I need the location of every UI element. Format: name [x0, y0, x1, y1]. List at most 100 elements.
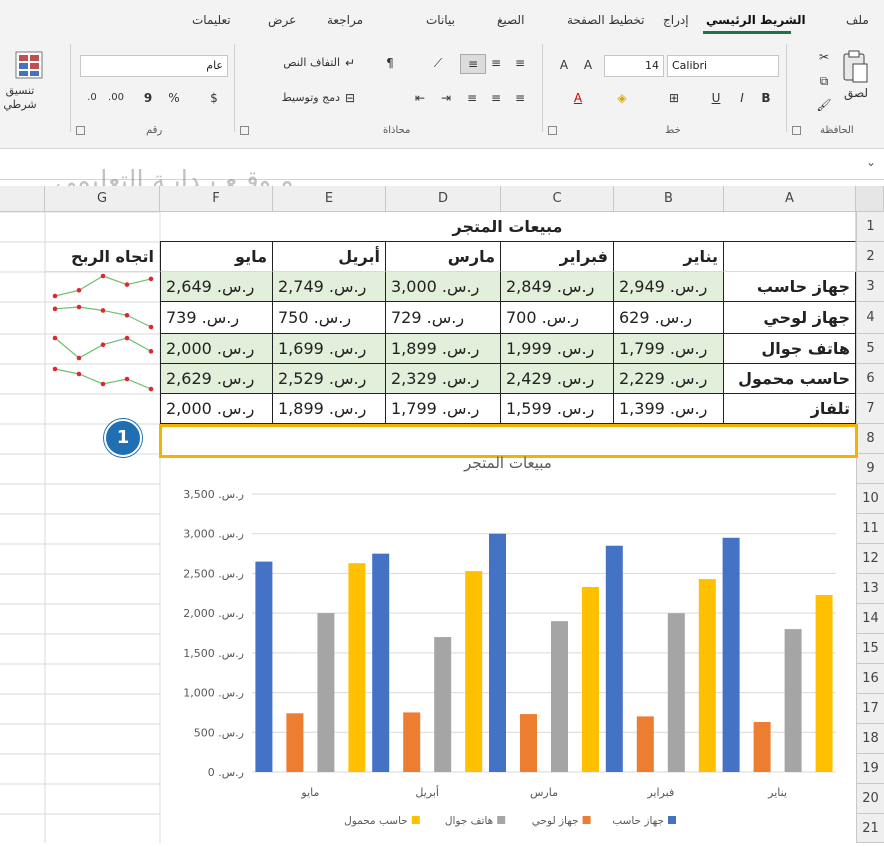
product-name-cell[interactable]: تلفاز — [724, 394, 856, 424]
month-header-jan[interactable]: يناير — [614, 242, 724, 272]
row-header-6[interactable]: 6 — [856, 364, 884, 394]
font-size-select[interactable]: 14 — [604, 55, 664, 77]
row-header-13[interactable]: 13 — [856, 574, 884, 604]
wrap-text-label[interactable]: التفاف النص — [262, 54, 340, 72]
wrap-text-icon[interactable]: ↵ — [340, 54, 360, 72]
sales-value-cell[interactable]: ر.س. 750 — [273, 302, 386, 334]
product-name-cell[interactable]: جهاز حاسب — [724, 272, 856, 302]
conditional-formatting-icon[interactable] — [14, 50, 44, 80]
trend-header[interactable]: اتجاه الربح — [45, 242, 160, 272]
decrease-decimal-icon[interactable]: .0 — [80, 89, 104, 107]
sales-value-cell[interactable]: ر.س. 2,000 — [160, 334, 273, 364]
sales-value-cell[interactable]: ر.س. 739 — [160, 302, 273, 334]
row-header-1[interactable]: 1 — [856, 212, 884, 242]
column-header-g[interactable]: G — [45, 186, 160, 212]
tab-formulas[interactable]: الصيغ — [497, 13, 524, 27]
sales-value-cell[interactable]: ر.س. 629 — [614, 302, 724, 334]
orientation-icon[interactable]: ⟋ — [424, 54, 452, 72]
tab-view[interactable]: عرض — [268, 13, 296, 27]
row-header-8[interactable]: 8 — [856, 424, 884, 454]
chart-area[interactable]: مبيعات المتجر ر.س. 0 ر.س. 500 ر.س. 1,000 ر.س… — [160, 424, 856, 843]
month-header-may[interactable]: مايو — [160, 242, 273, 272]
tab-insert[interactable]: إدراج — [663, 13, 689, 27]
row-header-5[interactable]: 5 — [856, 334, 884, 364]
sales-value-cell[interactable]: ر.س. 1,699 — [273, 334, 386, 364]
sales-value-cell[interactable]: ر.س. 1,999 — [501, 334, 614, 364]
align-center-icon[interactable]: ≡ — [484, 89, 508, 107]
align-middle-icon[interactable]: ≡ — [484, 54, 508, 72]
font-launcher-icon[interactable] — [548, 126, 557, 135]
row-header-14[interactable]: 14 — [856, 604, 884, 634]
sales-value-cell[interactable]: ر.س. 2,329 — [386, 364, 501, 394]
column-header-d[interactable]: D — [386, 186, 501, 212]
font-name-select[interactable]: Calibri — [667, 55, 779, 77]
decrease-font-icon[interactable]: A — [554, 56, 574, 74]
merge-center-icon[interactable]: ⊟ — [340, 89, 360, 107]
column-header-f[interactable]: F — [160, 186, 273, 212]
row-header-7[interactable]: 7 — [856, 394, 884, 424]
tab-help[interactable]: تعليمات — [192, 13, 231, 27]
alignment-launcher-icon[interactable] — [240, 126, 249, 135]
underline-button[interactable]: U — [708, 89, 724, 107]
row-header-11[interactable]: 11 — [856, 514, 884, 544]
row-header-3[interactable]: 3 — [856, 272, 884, 302]
currency-button[interactable]: $ — [204, 89, 224, 107]
sales-value-cell[interactable]: ر.س. 2,000 — [160, 394, 273, 424]
sheet-title-cell[interactable]: مبيعات المتجر — [160, 212, 856, 242]
font-color-icon[interactable]: A — [566, 89, 590, 107]
row-header-15[interactable]: 15 — [856, 634, 884, 664]
row-header-20[interactable]: 20 — [856, 784, 884, 814]
sales-value-cell[interactable]: ر.س. 1,799 — [614, 334, 724, 364]
number-launcher-icon[interactable] — [76, 126, 85, 135]
product-name-cell[interactable]: حاسب محمول — [724, 364, 856, 394]
indent-decrease-icon[interactable]: ⇤ — [410, 89, 430, 107]
sales-value-cell[interactable]: ر.س. 1,899 — [386, 334, 501, 364]
expand-formula-bar-icon[interactable]: ⌄ — [866, 155, 876, 169]
row-header-21[interactable]: 21 — [856, 814, 884, 843]
column-header-c[interactable]: C — [501, 186, 614, 212]
sales-value-cell[interactable]: ر.س. 2,229 — [614, 364, 724, 394]
fill-color-icon[interactable]: ◈ — [610, 89, 634, 107]
text-direction-icon[interactable]: ¶ — [376, 54, 404, 72]
month-header-mar[interactable]: مارس — [386, 242, 501, 272]
format-painter-icon[interactable]: 🖌 — [814, 96, 834, 114]
sales-value-cell[interactable]: ر.س. 2,749 — [273, 272, 386, 302]
row-header-17[interactable]: 17 — [856, 694, 884, 724]
tab-file[interactable]: ملف — [846, 13, 869, 27]
row-header-10[interactable]: 10 — [856, 484, 884, 514]
conditional-formatting-label[interactable]: تنسيق شرطي — [0, 84, 40, 112]
cell-a2[interactable] — [724, 242, 856, 272]
tab-data[interactable]: بيانات — [426, 13, 455, 27]
row-header-2[interactable]: 2 — [856, 242, 884, 272]
align-bottom-icon[interactable]: ≡ — [460, 54, 486, 74]
month-header-apr[interactable]: أبريل — [273, 242, 386, 272]
indent-increase-icon[interactable]: ⇥ — [436, 89, 456, 107]
product-name-cell[interactable]: هاتف جوال — [724, 334, 856, 364]
clipboard-launcher-icon[interactable] — [792, 126, 801, 135]
sales-value-cell[interactable]: ر.س. 729 — [386, 302, 501, 334]
column-header-a[interactable]: A — [724, 186, 856, 212]
comma-style-button[interactable]: 9 — [140, 89, 156, 107]
row-header-9[interactable]: 9 — [856, 454, 884, 484]
increase-decimal-icon[interactable]: .00 — [104, 89, 128, 107]
tab-review[interactable]: مراجعة — [327, 13, 363, 27]
sales-value-cell[interactable]: ر.س. 1,799 — [386, 394, 501, 424]
sales-value-cell[interactable]: ر.س. 2,949 — [614, 272, 724, 302]
sales-value-cell[interactable]: ر.س. 1,899 — [273, 394, 386, 424]
borders-icon[interactable]: ⊞ — [662, 89, 686, 107]
percent-button[interactable]: % — [164, 89, 184, 107]
row-header-18[interactable]: 18 — [856, 724, 884, 754]
increase-font-icon[interactable]: A — [578, 56, 598, 74]
column-header-h[interactable] — [0, 186, 45, 212]
align-right-icon[interactable]: ≡ — [508, 89, 532, 107]
cut-icon[interactable]: ✂ — [814, 48, 834, 66]
sales-value-cell[interactable]: ر.س. 3,000 — [386, 272, 501, 302]
sales-value-cell[interactable]: ر.س. 2,849 — [501, 272, 614, 302]
sales-value-cell[interactable]: ر.س. 2,429 — [501, 364, 614, 394]
column-header-e[interactable]: E — [273, 186, 386, 212]
row-header-16[interactable]: 16 — [856, 664, 884, 694]
sales-value-cell[interactable]: ر.س. 700 — [501, 302, 614, 334]
align-top-icon[interactable]: ≡ — [508, 54, 532, 72]
bold-button[interactable]: B — [758, 89, 774, 107]
tab-page-layout[interactable]: تخطيط الصفحة — [567, 13, 644, 27]
